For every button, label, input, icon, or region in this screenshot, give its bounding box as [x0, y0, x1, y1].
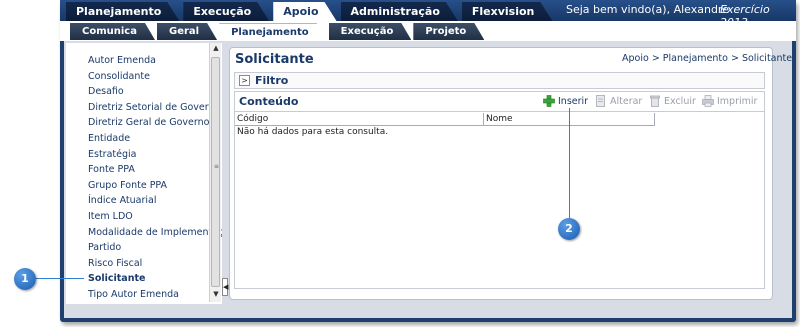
welcome-text: Seja bem vindo(a), Alexandre — [566, 3, 729, 16]
callout-1-line — [36, 278, 84, 279]
page-title: Solicitante — [235, 52, 314, 67]
breadcrumb: Apoio > Planejamento > Solicitante — [622, 53, 793, 64]
tab-apoio[interactable]: Apoio — [273, 2, 336, 21]
sidebar-item-desafio[interactable]: Desafio — [66, 84, 222, 100]
subtab-geral[interactable]: Geral — [157, 23, 217, 40]
filter-label: Filtro — [255, 74, 289, 87]
subtab-comunica[interactable]: Comunica — [70, 23, 155, 40]
content-section: Conteúdo Inserir Alterar Excluir Imprimi… — [234, 91, 765, 289]
expand-filter-icon[interactable]: > — [239, 75, 250, 86]
sidebar-item-partido[interactable]: Partido — [66, 240, 222, 256]
sidebar-item-fonte-ppa[interactable]: Fonte PPA — [66, 162, 222, 178]
sidebar-item-solicitante[interactable]: Solicitante — [66, 271, 222, 287]
sidebar-item-grupo-fonte-ppa[interactable]: Grupo Fonte PPA — [66, 178, 222, 194]
tab-execucao[interactable]: Execução — [183, 2, 269, 21]
edit-document-icon — [596, 95, 605, 107]
sidebar-item-diretriz-setorial[interactable]: Diretriz Setorial de Governo — [66, 100, 222, 116]
sidebar-item-risco-fiscal[interactable]: Risco Fiscal — [66, 256, 222, 272]
sub-tabs: Comunica Geral Planejamento Execução Pro… — [70, 23, 486, 41]
sidebar-menu: Autor Emenda Consolidante Desafio Diretr… — [66, 43, 222, 304]
print-button[interactable]: Imprimir — [702, 95, 757, 107]
insert-button[interactable]: Inserir — [543, 95, 588, 107]
content-header: Conteúdo Inserir Alterar Excluir Imprimi… — [235, 92, 764, 112]
scroll-thumb[interactable]: ≡ — [211, 57, 220, 287]
top-tabs: Planejamento Execução Apoio Administraçã… — [66, 2, 556, 21]
callout-marker-2: 2 — [558, 218, 580, 240]
sidebar-item-tipo-autor-emenda[interactable]: Tipo Autor Emenda — [66, 287, 222, 303]
subtab-projeto[interactable]: Projeto — [413, 23, 484, 40]
empty-table-message: Não há dados para esta consulta. — [237, 127, 389, 137]
scroll-up-arrow-icon[interactable]: ▲ — [210, 44, 222, 54]
delete-label: Excluir — [664, 95, 696, 107]
table-header: Código Nome — [235, 113, 655, 126]
scroll-grip-icon: ≡ — [213, 163, 220, 170]
sidebar-item-item-ldo[interactable]: Item LDO — [66, 209, 222, 225]
sidebar-item-estrategia[interactable]: Estratégia — [66, 147, 222, 163]
column-header-codigo[interactable]: Código — [235, 113, 484, 126]
content-title: Conteúdo — [239, 95, 299, 108]
subtab-planejamento[interactable]: Planejamento — [219, 23, 327, 40]
sidebar-item-indice-atuarial[interactable]: Índice Atuarial — [66, 193, 222, 209]
sidebar-item-diretriz-geral[interactable]: Diretriz Geral de Governo — [66, 115, 222, 131]
sidebar-item-consolidante[interactable]: Consolidante — [66, 69, 222, 85]
subtab-execucao[interactable]: Execução — [329, 23, 412, 40]
callout-2-line — [569, 108, 570, 218]
filter-section[interactable]: > Filtro — [234, 72, 765, 89]
sidebar-item-autor-emenda[interactable]: Autor Emenda — [66, 53, 222, 69]
plus-icon — [543, 95, 555, 107]
tab-flexvision[interactable]: Flexvision — [462, 2, 553, 21]
tab-administracao[interactable]: Administração — [341, 2, 458, 21]
tab-planejamento[interactable]: Planejamento — [66, 2, 179, 21]
edit-button[interactable]: Alterar — [595, 95, 642, 107]
callout-marker-1: 1 — [14, 268, 36, 290]
insert-label: Inserir — [558, 95, 589, 107]
trash-icon — [650, 95, 660, 107]
edit-label: Alterar — [610, 95, 643, 107]
sidebar-item-entidade[interactable]: Entidade — [66, 131, 222, 147]
sidebar-scrollbar[interactable]: ▲ ≡ ▼ — [209, 43, 221, 302]
print-label: Imprimir — [717, 95, 758, 107]
collapse-sidebar-icon[interactable]: ◀ — [222, 278, 228, 296]
scroll-down-arrow-icon[interactable]: ▼ — [210, 290, 222, 300]
printer-icon — [702, 95, 714, 107]
delete-button[interactable]: Excluir — [649, 95, 696, 107]
sidebar-item-modalidade[interactable]: Modalidade de Implementação — [66, 225, 222, 241]
